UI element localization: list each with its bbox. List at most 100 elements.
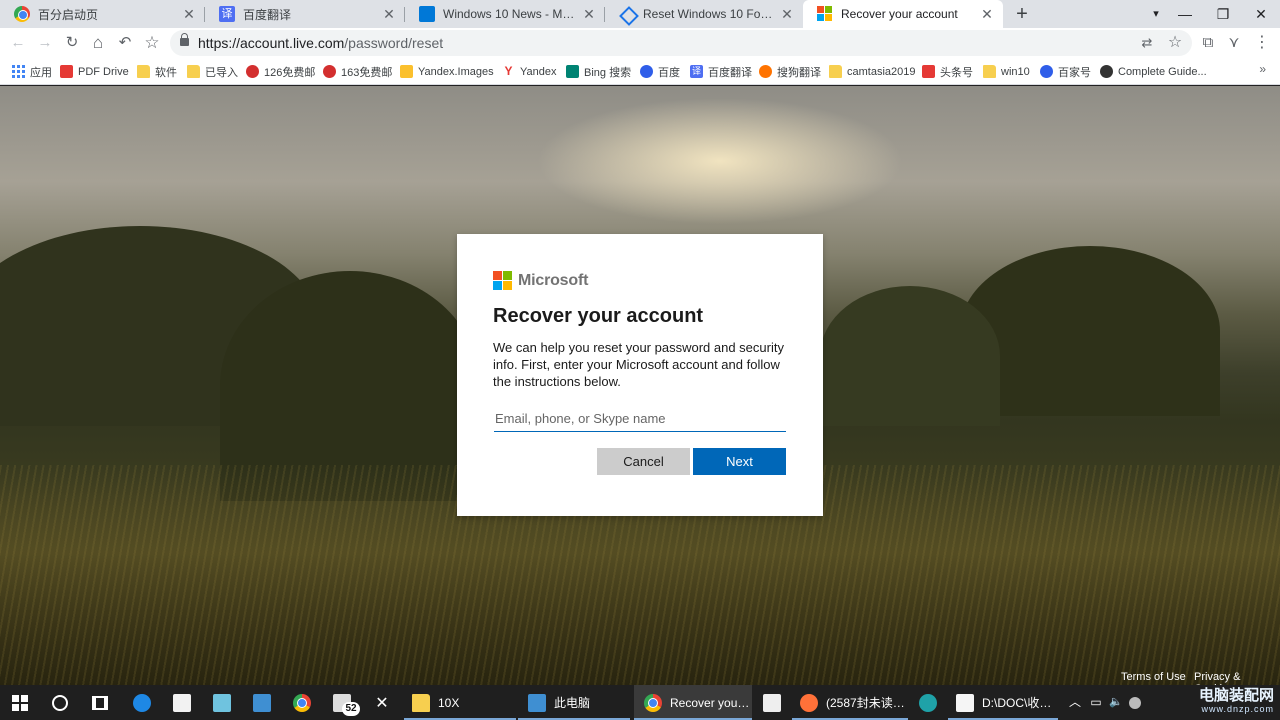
tab-mspoweruser[interactable]: Windows 10 News - MSPoweruser ✕	[405, 0, 605, 28]
extension-icon[interactable]: ⋎	[1222, 31, 1246, 55]
close-icon[interactable]: ✕	[381, 6, 397, 22]
baidu-paw-icon	[1040, 65, 1053, 78]
undo-button[interactable]: ↶	[113, 31, 137, 55]
folder-icon	[829, 65, 842, 78]
menu-icon[interactable]: ⋮	[1250, 31, 1274, 55]
taskbar-app-10x[interactable]: 10X	[404, 685, 516, 720]
windows-icon	[419, 6, 435, 22]
lock-icon[interactable]	[180, 33, 189, 46]
tab-label: Reset Windows 10 Forgotten Password	[643, 7, 773, 21]
tray-app-icon[interactable]	[1126, 685, 1144, 720]
taskbar-store[interactable]	[162, 685, 202, 720]
bookmark-label: 已导入	[205, 66, 238, 79]
dialog-description: We can help you reset your password and …	[493, 340, 784, 389]
account-input[interactable]	[494, 406, 786, 432]
bookmark-software[interactable]: 软件	[137, 62, 177, 81]
tab-reset-password[interactable]: Reset Windows 10 Forgotten Password ✕	[605, 0, 803, 28]
taskbar-app-label: 10X	[438, 695, 460, 710]
bookmark-label: 百度翻译	[708, 66, 752, 79]
this-pc-icon	[528, 693, 546, 712]
url-path: /password/reset	[344, 35, 444, 51]
sogou-icon	[759, 65, 772, 78]
folder-icon	[187, 65, 200, 78]
taskbar-app-notepad[interactable]: D:\DOC\收集...	[948, 685, 1058, 720]
bookmarks-bar: 应用 PDF Drive 软件 已导入 126免费邮 163免费邮 Yandex…	[0, 58, 1280, 85]
bing-icon	[566, 65, 579, 78]
bookmark-126-mail[interactable]: 126免费邮	[246, 62, 315, 81]
recover-account-dialog: Microsoft Recover your account We can he…	[457, 234, 823, 516]
next-button[interactable]: Next	[693, 448, 786, 475]
taskbar-app-label: Recover your ...	[670, 695, 752, 710]
taskbar-edge[interactable]	[122, 685, 162, 720]
bookmark-baijiahao[interactable]: 百家号	[1040, 62, 1091, 81]
document-icon	[763, 693, 781, 712]
close-icon[interactable]: ✕	[181, 6, 197, 22]
close-icon[interactable]: ✕	[979, 6, 995, 22]
taskbar-chrome[interactable]	[282, 685, 322, 720]
taskbar-pinned-doc[interactable]	[756, 685, 788, 720]
bookmark-imported[interactable]: 已导入	[187, 62, 238, 81]
bookmark-pdf-drive[interactable]: PDF Drive	[60, 62, 129, 81]
home-button[interactable]: ⌂	[86, 31, 110, 55]
bookmark-baidu-translate[interactable]: 译 百度翻译	[690, 62, 752, 81]
address-bar[interactable]: https://account.live.com/password/reset …	[170, 30, 1192, 56]
taskbar-tool[interactable]: ✕	[362, 685, 402, 720]
chrome-icon	[293, 693, 311, 712]
forward-button[interactable]: →	[33, 31, 57, 55]
taskbar-app-firefox[interactable]: (2587封未读) ...	[792, 685, 908, 720]
star-icon[interactable]: ☆	[1163, 31, 1187, 55]
taskbar-app-chrome-recover[interactable]: Recover your ...	[634, 685, 752, 720]
bookmark-complete-guide[interactable]: Complete Guide...	[1100, 62, 1207, 81]
tab-recover-account[interactable]: Recover your account ✕	[803, 0, 1003, 28]
new-tab-button[interactable]: +	[1010, 0, 1034, 28]
bookmark-apps[interactable]: 应用	[12, 62, 52, 81]
bookmark-win10[interactable]: win10	[983, 62, 1030, 81]
taskbar-notepad[interactable]	[202, 685, 242, 720]
task-view-button[interactable]	[80, 685, 120, 720]
bookmark-163-mail[interactable]: 163免费邮	[323, 62, 392, 81]
tab-label: 百度翻译	[243, 7, 292, 22]
bookmark-label: 百家号	[1058, 66, 1091, 79]
search-button[interactable]	[40, 685, 80, 720]
minimize-button[interactable]: —	[1166, 0, 1204, 28]
crop-extension-icon[interactable]: ⧉	[1196, 31, 1220, 55]
maximize-button[interactable]: ❐	[1204, 0, 1242, 28]
tab-baifen[interactable]: 百分启动页 ✕	[0, 0, 205, 28]
reload-button[interactable]: ↻	[60, 31, 84, 55]
taskbar-app-label: (2587封未读) ...	[826, 696, 908, 710]
close-icon[interactable]: ✕	[779, 6, 795, 22]
bookmark-label: 163免费邮	[341, 66, 393, 79]
tab-label: 百分启动页	[38, 7, 99, 22]
taskbar-pc[interactable]	[242, 685, 282, 720]
cancel-button[interactable]: Cancel	[597, 448, 690, 475]
tray-overflow-chevron[interactable]: ︿	[1066, 685, 1084, 720]
terms-of-use-link[interactable]: Terms of Use	[1121, 671, 1186, 683]
bookmark-star-button[interactable]: ☆	[140, 31, 164, 55]
taskbar-app-this-pc[interactable]: 此电脑	[518, 685, 630, 720]
back-button[interactable]: ←	[6, 31, 30, 55]
bookmark-label: 应用	[30, 66, 52, 79]
tools-icon: ✕	[375, 694, 389, 712]
start-button[interactable]	[0, 685, 40, 720]
network-icon[interactable]: ▭	[1086, 685, 1106, 720]
bookmark-camtasia[interactable]: camtasia2019	[829, 62, 916, 81]
bookmark-sogou-translate[interactable]: 搜狗翻译	[759, 62, 821, 81]
close-window-button[interactable]: ✕	[1242, 0, 1280, 28]
bookmark-label: 软件	[155, 66, 177, 79]
bookmark-yandex[interactable]: Y Yandex	[502, 62, 556, 81]
close-icon[interactable]: ✕	[581, 6, 597, 22]
url-text[interactable]: https://account.live.com/password/reset	[198, 35, 443, 51]
bookmark-label: 头条号	[940, 66, 973, 79]
bookmarks-overflow-button[interactable]: »	[1259, 62, 1266, 76]
bookmark-bing[interactable]: Bing 搜索	[566, 62, 631, 81]
taskbar-edge-chromium[interactable]	[910, 685, 946, 720]
taskbar-app-label: D:\DOC\收集...	[982, 696, 1058, 710]
translate-icon[interactable]: ⇄	[1135, 31, 1159, 55]
microsoft-icon	[817, 6, 833, 22]
bookmark-yandex-images[interactable]: Yandex.Images	[400, 62, 494, 81]
volume-icon[interactable]: 🔈	[1106, 685, 1126, 720]
bookmark-baidu[interactable]: 百度	[640, 62, 680, 81]
bookmark-toutiao[interactable]: 头条号	[922, 62, 973, 81]
tab-baidu-translate[interactable]: 译 百度翻译 ✕	[205, 0, 405, 28]
firefox-icon	[800, 693, 818, 712]
